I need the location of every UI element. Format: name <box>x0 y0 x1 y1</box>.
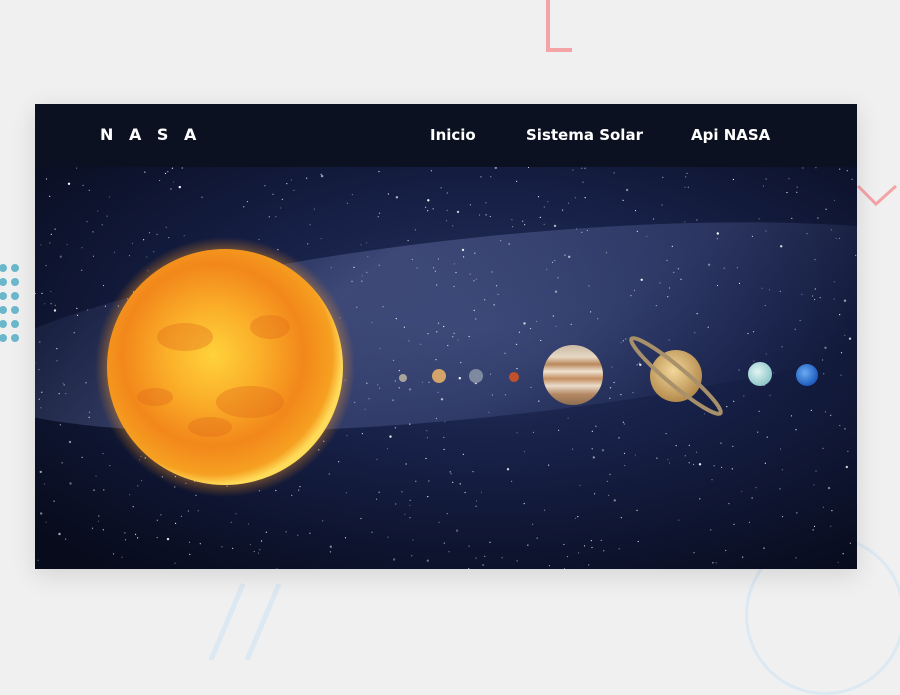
hero-solar-system-image <box>35 167 857 569</box>
nav-link-api-nasa[interactable]: Api NASA <box>691 126 770 144</box>
decor-dot-grid <box>0 264 19 342</box>
mars <box>509 372 519 382</box>
venus <box>432 369 446 383</box>
nav-link-inicio[interactable]: Inicio <box>430 126 476 144</box>
neptune <box>796 364 818 386</box>
decor-slashes <box>208 583 282 660</box>
sun <box>107 249 343 485</box>
decor-corner-shape <box>546 0 572 52</box>
jupiter <box>543 345 603 405</box>
earth <box>469 369 483 383</box>
mercury <box>399 374 407 382</box>
nav-link-sistema-solar[interactable]: Sistema Solar <box>526 126 643 144</box>
site-frame: N A S A Inicio Sistema Solar Api NASA <box>35 104 857 569</box>
decor-zigzag <box>856 184 898 207</box>
uranus <box>748 362 772 386</box>
brand-logo[interactable]: N A S A <box>100 125 201 144</box>
navbar: N A S A Inicio Sistema Solar Api NASA <box>35 104 857 167</box>
